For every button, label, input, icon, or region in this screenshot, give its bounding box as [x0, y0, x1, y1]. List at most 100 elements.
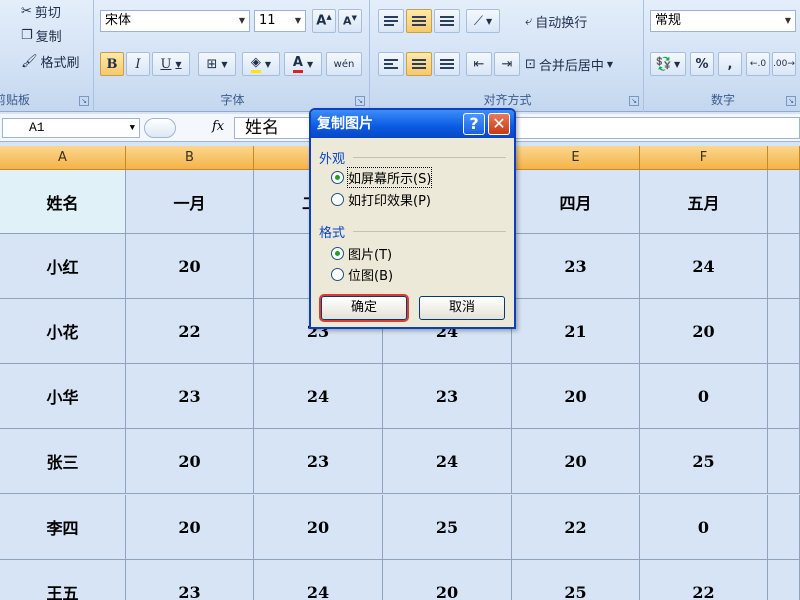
- right-align-button[interactable]: [434, 52, 460, 76]
- table-cell[interactable]: 23: [512, 234, 640, 299]
- alignment-launcher-icon[interactable]: ↘: [629, 96, 639, 106]
- table-cell[interactable]: 23: [383, 364, 512, 429]
- table-cell[interactable]: 22: [640, 560, 768, 600]
- table-cell[interactable]: 20: [126, 234, 254, 299]
- column-header[interactable]: B: [126, 146, 254, 170]
- font-color-button[interactable]: A▼: [284, 52, 322, 76]
- table-cell[interactable]: 23: [254, 429, 383, 494]
- top-align-button[interactable]: [378, 9, 404, 33]
- orientation-button[interactable]: ⟋▼: [466, 9, 500, 33]
- table-cell[interactable]: 20: [512, 429, 640, 494]
- bold-button[interactable]: B: [100, 52, 124, 76]
- table-cell[interactable]: 22: [126, 299, 254, 364]
- table-cell[interactable]: 20: [383, 560, 512, 600]
- font-size-combo[interactable]: 11 ▼: [254, 10, 306, 32]
- percent-button[interactable]: %: [690, 52, 714, 76]
- radio-empty-icon: [331, 268, 344, 281]
- fill-color-button[interactable]: ◈▼: [242, 52, 280, 76]
- clipboard-launcher-icon[interactable]: ↘: [79, 96, 89, 106]
- radio-selected-icon: [331, 247, 344, 260]
- decrease-decimal-button[interactable]: .00→: [772, 52, 796, 76]
- divider: [353, 157, 506, 158]
- increase-decimal-button[interactable]: ←.0: [746, 52, 770, 76]
- table-cell[interactable]: [768, 364, 800, 429]
- table-cell[interactable]: [768, 299, 800, 364]
- radio-as-shown-on-screen[interactable]: 如屏幕所示(S): [331, 168, 431, 187]
- radio-picture[interactable]: 图片(T): [331, 244, 392, 263]
- table-cell[interactable]: 0: [640, 364, 768, 429]
- cut-button[interactable]: ✂ 剪切: [18, 0, 64, 22]
- table-cell[interactable]: 24: [254, 364, 383, 429]
- table-cell[interactable]: 23: [126, 560, 254, 600]
- fx-icon[interactable]: fx: [212, 119, 224, 134]
- header-cell[interactable]: 四月: [512, 170, 640, 234]
- header-cell[interactable]: 五月: [640, 170, 768, 234]
- column-header[interactable]: [768, 146, 800, 170]
- column-header[interactable]: E: [512, 146, 640, 170]
- table-cell[interactable]: 小花: [0, 299, 126, 364]
- shrink-font-button[interactable]: A▼: [338, 9, 362, 33]
- header-cell[interactable]: 姓名: [0, 170, 126, 234]
- table-cell[interactable]: 王五: [0, 560, 126, 600]
- decrease-indent-button[interactable]: ⇤: [466, 52, 492, 76]
- accounting-button[interactable]: 💱▼: [650, 52, 686, 76]
- middle-align-button[interactable]: [406, 9, 432, 33]
- borders-icon: ⊞: [206, 57, 217, 72]
- table-cell[interactable]: 小红: [0, 234, 126, 299]
- formula-bar-handle-icon[interactable]: [144, 118, 176, 138]
- format-painter-button[interactable]: 🖌 格式刷: [18, 50, 83, 72]
- table-cell[interactable]: 张三: [0, 429, 126, 494]
- ok-button[interactable]: 确定: [321, 296, 407, 320]
- table-cell[interactable]: 24: [640, 234, 768, 299]
- phonetic-icon: wén: [334, 59, 355, 70]
- table-cell[interactable]: 25: [383, 495, 512, 560]
- align-middle-icon: [412, 16, 426, 26]
- table-cell[interactable]: [768, 234, 800, 299]
- merge-center-button[interactable]: ⊡ 合并后居中 ▼: [522, 53, 616, 75]
- wrap-text-button[interactable]: ⤶ 自动换行: [522, 10, 590, 32]
- table-cell[interactable]: 小华: [0, 364, 126, 429]
- number-format-combo[interactable]: 常规 ▼: [650, 10, 796, 32]
- table-cell[interactable]: 20: [640, 299, 768, 364]
- phonetic-button[interactable]: wén: [326, 52, 362, 76]
- help-button[interactable]: ?: [463, 113, 485, 135]
- table-cell[interactable]: 24: [254, 560, 383, 600]
- table-cell[interactable]: 20: [126, 429, 254, 494]
- table-cell[interactable]: 22: [512, 495, 640, 560]
- number-launcher-icon[interactable]: ↘: [786, 96, 796, 106]
- table-cell[interactable]: 21: [512, 299, 640, 364]
- cancel-button[interactable]: 取消: [419, 296, 505, 320]
- table-cell[interactable]: 20: [512, 364, 640, 429]
- table-cell[interactable]: [768, 560, 800, 600]
- name-box[interactable]: A1 ▼: [2, 118, 140, 138]
- column-header[interactable]: F: [640, 146, 768, 170]
- copy-button[interactable]: ❐ 复制: [18, 24, 65, 46]
- font-name-combo[interactable]: 宋体 ▼: [100, 10, 250, 32]
- radio-bitmap[interactable]: 位图(B): [331, 265, 393, 284]
- italic-button[interactable]: I: [126, 52, 150, 76]
- column-header[interactable]: A: [0, 146, 126, 170]
- font-launcher-icon[interactable]: ↘: [355, 96, 365, 106]
- table-cell[interactable]: 25: [640, 429, 768, 494]
- table-cell[interactable]: 0: [640, 495, 768, 560]
- header-cell[interactable]: 一月: [126, 170, 254, 234]
- center-align-button[interactable]: [406, 52, 432, 76]
- increase-indent-button[interactable]: ⇥: [494, 52, 520, 76]
- table-cell[interactable]: [768, 429, 800, 494]
- table-cell[interactable]: 李四: [0, 495, 126, 560]
- left-align-button[interactable]: [378, 52, 404, 76]
- table-cell[interactable]: 20: [254, 495, 383, 560]
- radio-as-shown-when-printed[interactable]: 如打印效果(P): [331, 190, 431, 209]
- underline-button[interactable]: U▼: [152, 52, 190, 76]
- borders-button[interactable]: ⊞▼: [198, 52, 236, 76]
- bottom-align-button[interactable]: [434, 9, 460, 33]
- table-cell[interactable]: 23: [126, 364, 254, 429]
- close-button[interactable]: ✕: [488, 113, 510, 135]
- comma-button[interactable]: ,: [718, 52, 742, 76]
- table-cell[interactable]: [768, 495, 800, 560]
- table-cell[interactable]: 25: [512, 560, 640, 600]
- grow-font-button[interactable]: A▲: [312, 9, 336, 33]
- table-cell[interactable]: 20: [126, 495, 254, 560]
- header-cell[interactable]: [768, 170, 800, 234]
- table-cell[interactable]: 24: [383, 429, 512, 494]
